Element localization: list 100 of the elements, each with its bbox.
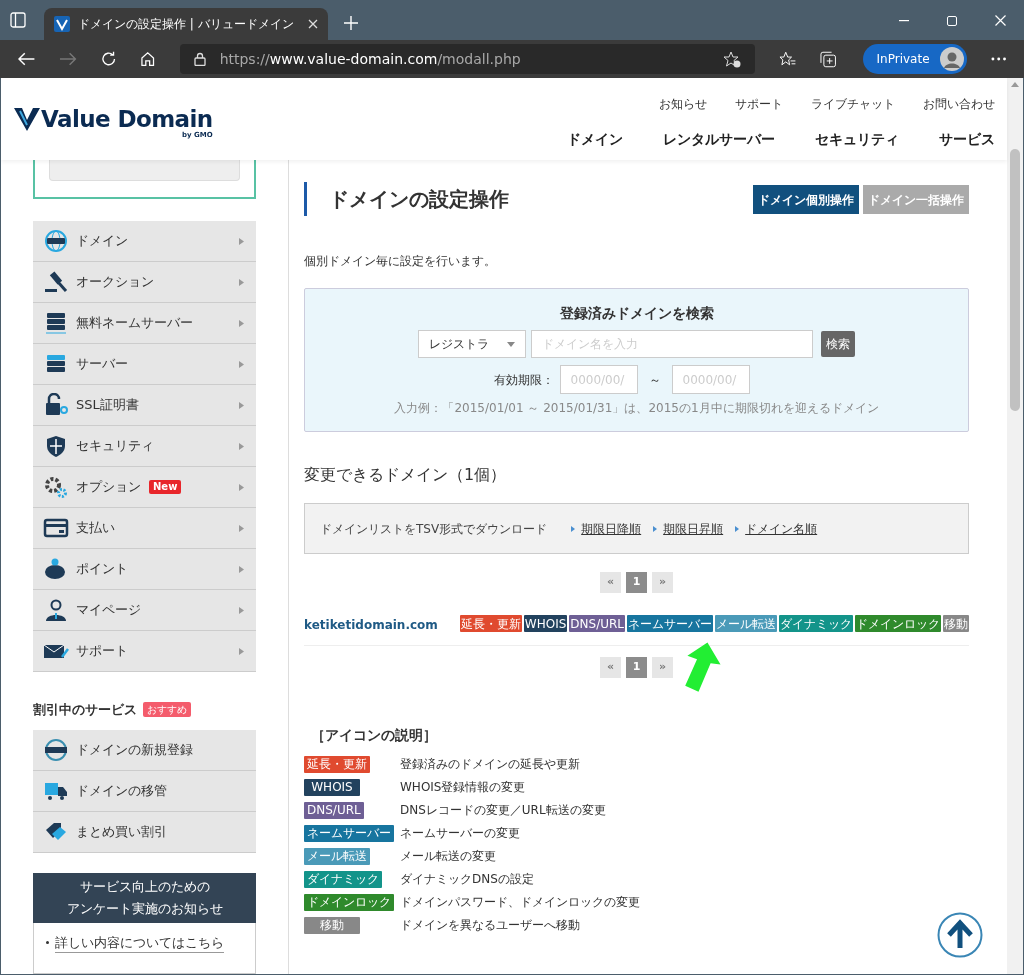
sort-link[interactable]: 期限日昇順 (663, 519, 724, 538)
discount-item[interactable]: ドメインの新規登録 (33, 729, 256, 771)
new-tab-icon[interactable] (344, 16, 358, 30)
hint-text: 入力例：「2015/01/01 ～ 2015/01/31」は、2015の1月中に期限切れを迎えるドメイン (394, 400, 879, 417)
more-icon[interactable] (990, 57, 1006, 61)
sidebar-menu-item[interactable]: サポート (33, 631, 256, 672)
action-tag[interactable]: WHOIS (523, 615, 568, 632)
sidebar-toggle-icon[interactable] (10, 12, 26, 28)
minimize-icon[interactable] (899, 19, 909, 22)
menu-label: ポイント (76, 560, 128, 579)
new-badge: New (149, 480, 182, 494)
collections-icon[interactable] (820, 50, 837, 68)
notice-title: サービス向上のための (79, 877, 210, 896)
action-tag[interactable]: 移動 (943, 615, 969, 632)
inprivate-button[interactable]: InPrivate (862, 44, 967, 74)
domain-link[interactable]: ketiketidomain.com (304, 616, 438, 634)
sidebar-menu-item[interactable]: オプション New (33, 467, 256, 508)
caret-icon (239, 237, 244, 245)
legend-text: ネームサーバーの変更 (400, 825, 521, 842)
legend-text: WHOIS登録情報の変更 (400, 779, 527, 796)
caret-icon (653, 525, 658, 532)
main-nav-link[interactable]: レンタルサーバー (663, 129, 775, 150)
sidebar-menu-item[interactable]: 無料ネームサーバー (33, 303, 256, 344)
caret-icon (239, 278, 244, 286)
action-tag[interactable]: ネームサーバー (627, 615, 713, 632)
menu-label: 無料ネームサーバー (76, 314, 193, 333)
menu-label: オークション (76, 273, 154, 292)
sort-link[interactable]: 期限日降順 (581, 519, 642, 538)
sidebar-menu-item[interactable]: 支払い (33, 508, 256, 549)
reload-icon[interactable] (100, 51, 117, 67)
scrollbar[interactable] (1007, 78, 1023, 974)
avatar-icon (939, 47, 964, 71)
menu-label: ドメインの移管 (76, 781, 167, 800)
mode-button[interactable]: ドメイン個別操作 (753, 185, 859, 214)
page-button[interactable]: » (652, 572, 673, 593)
sidebar-menu-item[interactable]: セキュリティ (33, 426, 256, 467)
header-link[interactable]: お問い合わせ (923, 95, 995, 113)
menu-label: SSL証明書 (76, 396, 139, 415)
caret-icon (239, 565, 244, 573)
page-button[interactable]: » (652, 657, 673, 678)
action-tag[interactable]: ダイナミック (779, 615, 853, 632)
discount-item[interactable]: まとめ買い割引 (33, 811, 256, 853)
maximize-icon[interactable] (947, 15, 957, 26)
favorites-icon[interactable] (778, 51, 797, 67)
main-nav-link[interactable]: セキュリティ (815, 129, 899, 150)
action-tag: DNS/URL (304, 801, 364, 819)
sidebar-menu-item[interactable]: ドメイン (33, 221, 256, 262)
action-tag: メール転送 (304, 847, 370, 865)
bullet-icon (46, 941, 49, 945)
caret-icon (239, 483, 244, 491)
page-button[interactable]: « (600, 572, 621, 593)
header-link[interactable]: サポート (735, 95, 783, 113)
legend-text: DNSレコードの変更／URL転送の変更 (400, 802, 607, 819)
search-button[interactable]: 検索 (821, 331, 855, 357)
pointer-arrow-annotation (682, 642, 722, 692)
section-title: 変更できるドメイン（1個） (304, 464, 508, 486)
action-tag: 延長・更新 (304, 755, 370, 773)
close-icon[interactable] (308, 19, 318, 29)
sidebar-menu-item[interactable]: SSL証明書 (33, 385, 256, 426)
header-link[interactable]: ライブチャット (811, 95, 895, 113)
scrollbar-thumb[interactable] (1010, 149, 1020, 411)
url-text: https://www.value-domain.com/modall.php (219, 49, 522, 69)
caret-icon (239, 319, 244, 327)
menu-label: サポート (76, 642, 128, 661)
browser-tab[interactable]: ドメインの設定操作 | バリュードメイン (44, 8, 328, 40)
gavel-icon (42, 270, 70, 294)
back-arrow-icon[interactable] (18, 52, 36, 66)
action-tag: ネームサーバー (304, 824, 394, 842)
caret-icon (239, 606, 244, 614)
dropdown-caret-icon (507, 341, 515, 347)
action-tag[interactable]: 延長・更新 (459, 615, 522, 632)
action-tag: ドメインロック (304, 893, 394, 911)
action-tag: ダイナミック (304, 870, 382, 888)
v-logo-icon (13, 106, 41, 132)
home-icon[interactable] (140, 51, 156, 67)
sidebar-menu-item[interactable]: マイページ (33, 590, 256, 631)
menu-label: サーバー (76, 355, 128, 374)
notice-link[interactable]: 詳しい内容についてはこちら (55, 932, 224, 953)
action-tag[interactable]: DNS/URL (569, 615, 625, 632)
sidebar-menu-item[interactable]: サーバー (33, 344, 256, 385)
v-logo-icon (54, 16, 70, 32)
main-nav-link[interactable]: サービス (939, 129, 995, 150)
discount-item[interactable]: ドメインの移管 (33, 770, 256, 812)
sidebar-menu-item[interactable]: オークション (33, 262, 256, 303)
sort-link[interactable]: ドメイン名順 (745, 519, 818, 538)
sidebar-menu-item[interactable]: ポイント (33, 549, 256, 590)
header-link[interactable]: お知らせ (659, 95, 707, 113)
scroll-to-top-icon[interactable] (937, 912, 983, 958)
star-plus-icon[interactable] (722, 50, 741, 68)
action-tag: 移動 (304, 916, 360, 934)
download-label: ドメインリストをTSV形式でダウンロード (320, 520, 548, 538)
main-nav-link[interactable]: ドメイン (567, 129, 623, 150)
page-button[interactable]: « (600, 657, 621, 678)
legend-text: 登録済みのドメインの延長や更新 (400, 756, 581, 773)
address-bar[interactable]: https://www.value-domain.com/modall.php (179, 44, 755, 74)
menu-label: まとめ買い割引 (76, 822, 167, 841)
action-tag[interactable]: ドメインロック (855, 615, 941, 632)
input-field[interactable] (49, 159, 240, 181)
menu-label: オプション (76, 478, 141, 497)
registrar-select[interactable]: レジストラ (418, 330, 526, 358)
